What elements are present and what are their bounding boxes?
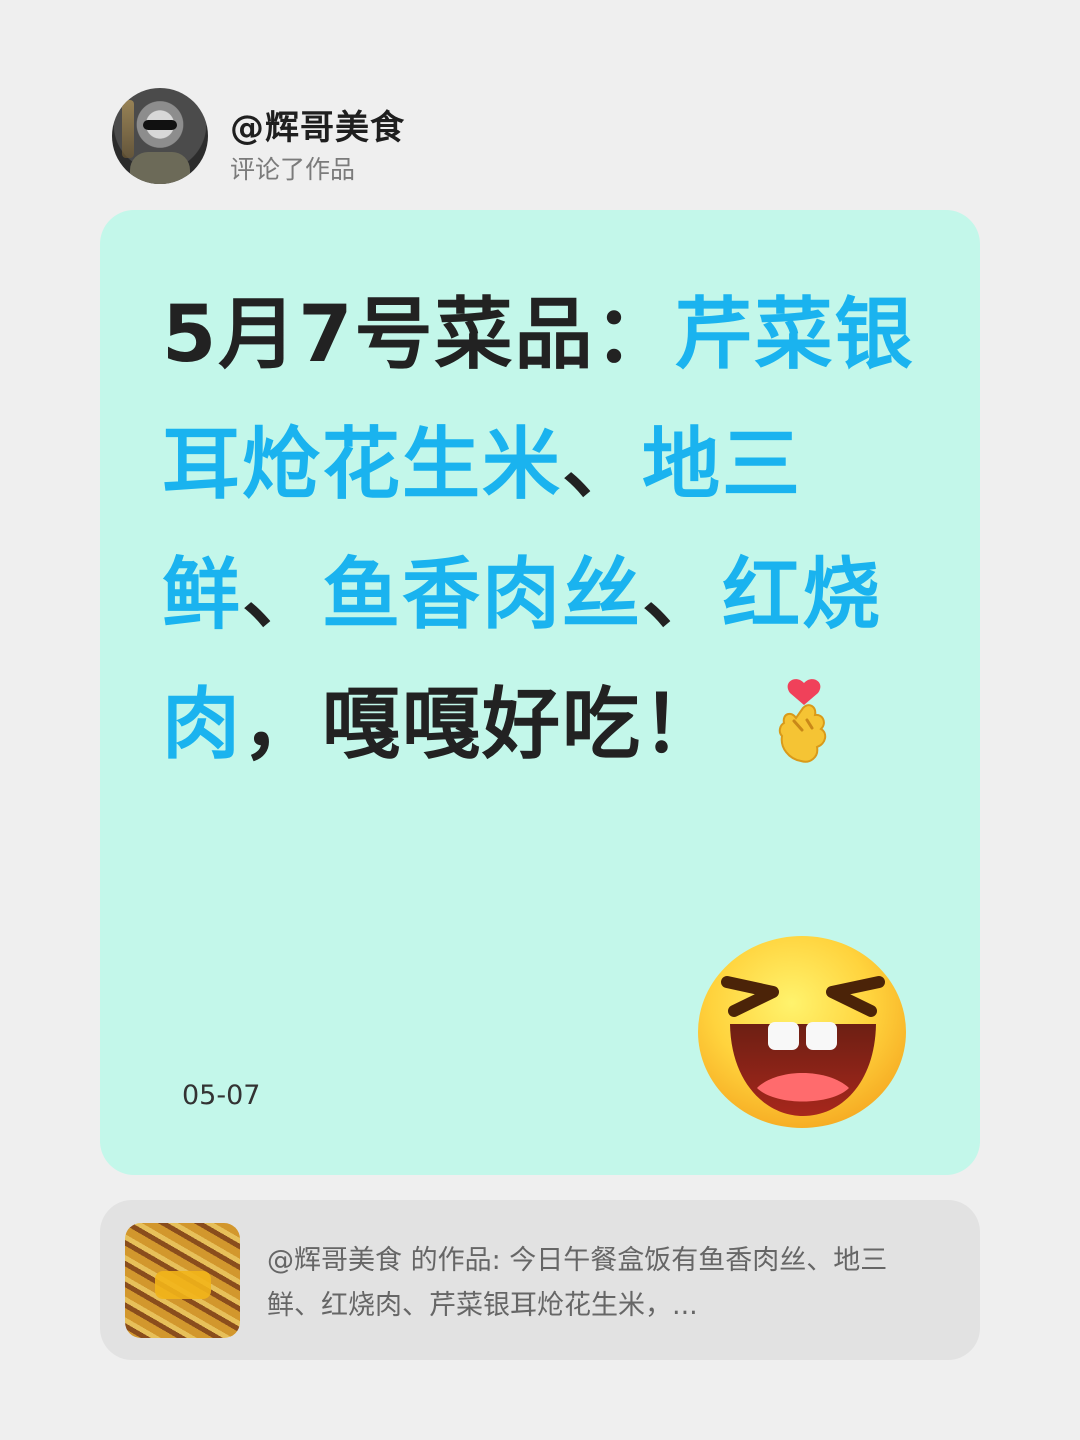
work-thumbnail[interactable]	[125, 1223, 240, 1338]
comment-segment: 、	[562, 420, 643, 510]
avatar-jacket	[130, 152, 190, 184]
username[interactable]: @辉哥美食	[230, 100, 405, 149]
avatar-sunglasses	[143, 120, 177, 130]
work-preview-text: @辉哥美食 的作品: 今日午餐盒饭有鱼香肉丝、地三鲜、红烧肉、芹菜银耳炝花生米，…	[267, 1245, 888, 1321]
laughing-face-icon	[695, 932, 910, 1132]
avatar[interactable]	[112, 88, 208, 184]
thumbnail-badge	[155, 1271, 211, 1299]
comment-segment: 5月7号菜品：	[162, 290, 675, 380]
finger-heart-icon	[772, 677, 836, 767]
comment-segment: ，嘎嘎好吃！	[242, 680, 723, 770]
comment-text: 5月7号菜品：芹菜银耳炝花生米、地三鲜、鱼香肉丝、红烧肉，嘎嘎好吃！	[162, 270, 922, 790]
work-preview[interactable]: @辉哥美食 的作品: 今日午餐盒饭有鱼香肉丝、地三鲜、红烧肉、芹菜银耳炝花生米，…	[100, 1200, 980, 1360]
comment-segment: 、	[242, 550, 323, 640]
comment-action-label: 评论了作品	[230, 155, 356, 184]
comment-card: 5月7号菜品：芹菜银耳炝花生米、地三鲜、鱼香肉丝、红烧肉，嘎嘎好吃！ 05-07	[100, 210, 980, 1175]
comment-segment: 、	[642, 550, 723, 640]
comment-date: 05-07	[182, 1080, 261, 1111]
comment-segment-highlight: 鱼香肉丝	[322, 550, 643, 640]
avatar-calligraphy-decoration	[122, 100, 134, 158]
